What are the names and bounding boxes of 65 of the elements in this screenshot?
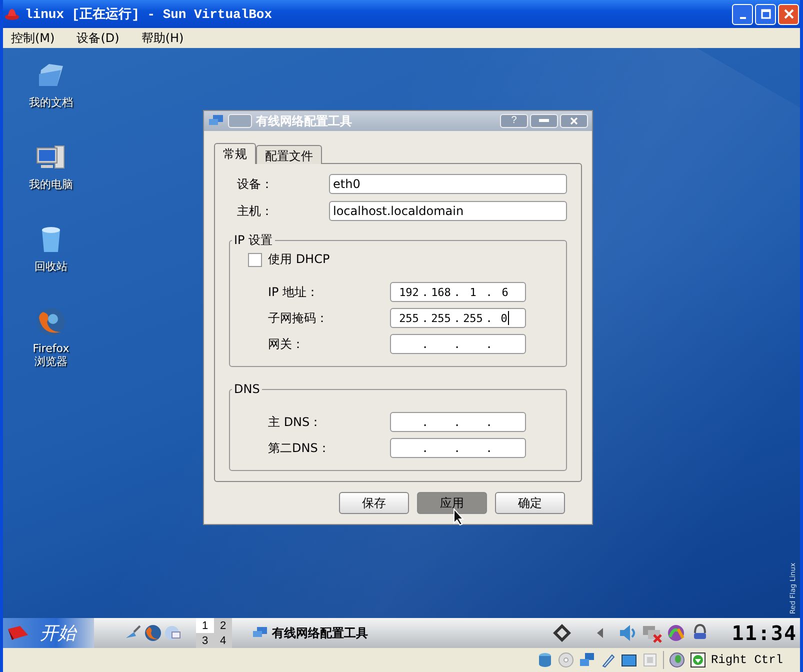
globe-icon[interactable] (144, 624, 162, 642)
ip-address-field[interactable]: . . . (390, 334, 526, 354)
dialog-title: 有线网络配置工具 (256, 112, 353, 130)
desktop-icon-label[interactable]: Firefox 浏览器 (29, 342, 73, 368)
usb-pen-icon[interactable] (600, 652, 616, 668)
flag-icon (6, 625, 30, 641)
ip-address-field[interactable]: 255 . 255 . 255 . 0 (390, 308, 526, 328)
network-icon (252, 626, 268, 640)
maximize-icon (760, 9, 770, 19)
dialog-button[interactable]: 应用 (417, 492, 487, 514)
taskbar-task[interactable]: 有线网络配置工具 (246, 624, 374, 642)
tab[interactable]: 常规 (214, 143, 256, 164)
globe-icon[interactable] (35, 306, 67, 338)
field-label: 主机： (236, 202, 274, 220)
workspace-button[interactable]: 3 (196, 633, 214, 648)
group-title: DNS (233, 382, 261, 396)
ip-address-field[interactable]: 192 . 168 . 1 . 6 (390, 282, 526, 302)
dialog-button[interactable]: 确定 (495, 492, 565, 514)
workspace-button[interactable]: 4 (214, 633, 232, 648)
tab[interactable]: 配置文件 (256, 145, 322, 164)
folder-icon[interactable] (620, 652, 637, 668)
checkbox[interactable] (248, 252, 262, 266)
menu-item[interactable]: 设备(D) (76, 30, 120, 46)
close-button[interactable] (560, 114, 588, 128)
mouse-icon[interactable] (668, 652, 685, 668)
left-arrow-icon[interactable] (596, 627, 604, 639)
start-button[interactable]: 开始 (3, 618, 94, 648)
group-title: IP 设置 (233, 232, 274, 249)
speaker-icon[interactable] (618, 623, 638, 643)
menu-item[interactable]: 控制(M) (11, 30, 55, 46)
field-label: 第二DNS： (268, 440, 331, 456)
ip-address-field[interactable]: . . . (390, 412, 526, 432)
mouse-pointer-icon (453, 508, 465, 526)
checkbox-label[interactable]: 使用 DHCP (268, 251, 330, 268)
maximize-button[interactable] (755, 4, 776, 24)
menu-item[interactable]: 帮助(H) (141, 30, 184, 46)
network-icon (208, 114, 224, 128)
host-key-label: Right Ctrl (710, 653, 783, 667)
workspace-button[interactable]: 1 (196, 618, 214, 633)
network-icon[interactable] (578, 652, 595, 668)
input-field[interactable]: localhost.localdomain (329, 201, 567, 221)
field-label: 主 DNS： (268, 414, 323, 430)
field-label: 设备： (236, 176, 274, 192)
minimize-icon (740, 17, 746, 19)
input-field[interactable]: eth0 (329, 174, 567, 194)
chat-icon[interactable] (164, 624, 182, 642)
hard-disk-icon[interactable] (536, 652, 553, 668)
field-label: IP 地址： (268, 284, 320, 300)
minimize-button[interactable] (530, 114, 558, 128)
close-icon (570, 117, 578, 125)
desktop-icon-label[interactable]: 回收站 (29, 260, 73, 273)
dialog-button[interactable]: 保存 (339, 492, 409, 514)
desktop-icon-label[interactable]: 我的文档 (29, 96, 73, 109)
field-label: 子网掩码： (268, 310, 329, 326)
clock[interactable]: 11:34 (732, 621, 797, 645)
ip-address-field[interactable]: . . . (390, 438, 526, 458)
hat-icon (4, 6, 20, 22)
desktop-icon-label[interactable]: 我的电脑 (29, 178, 73, 191)
network-disconnected-icon[interactable] (642, 623, 662, 643)
window-title: linux [正在运行] - Sun VirtualBox (25, 6, 274, 23)
close-icon (784, 9, 794, 19)
down-arrow-icon[interactable] (690, 652, 706, 668)
minimize-icon (539, 119, 549, 123)
field-label: 网关： (268, 336, 305, 352)
workspace-button[interactable]: 2 (214, 618, 232, 633)
